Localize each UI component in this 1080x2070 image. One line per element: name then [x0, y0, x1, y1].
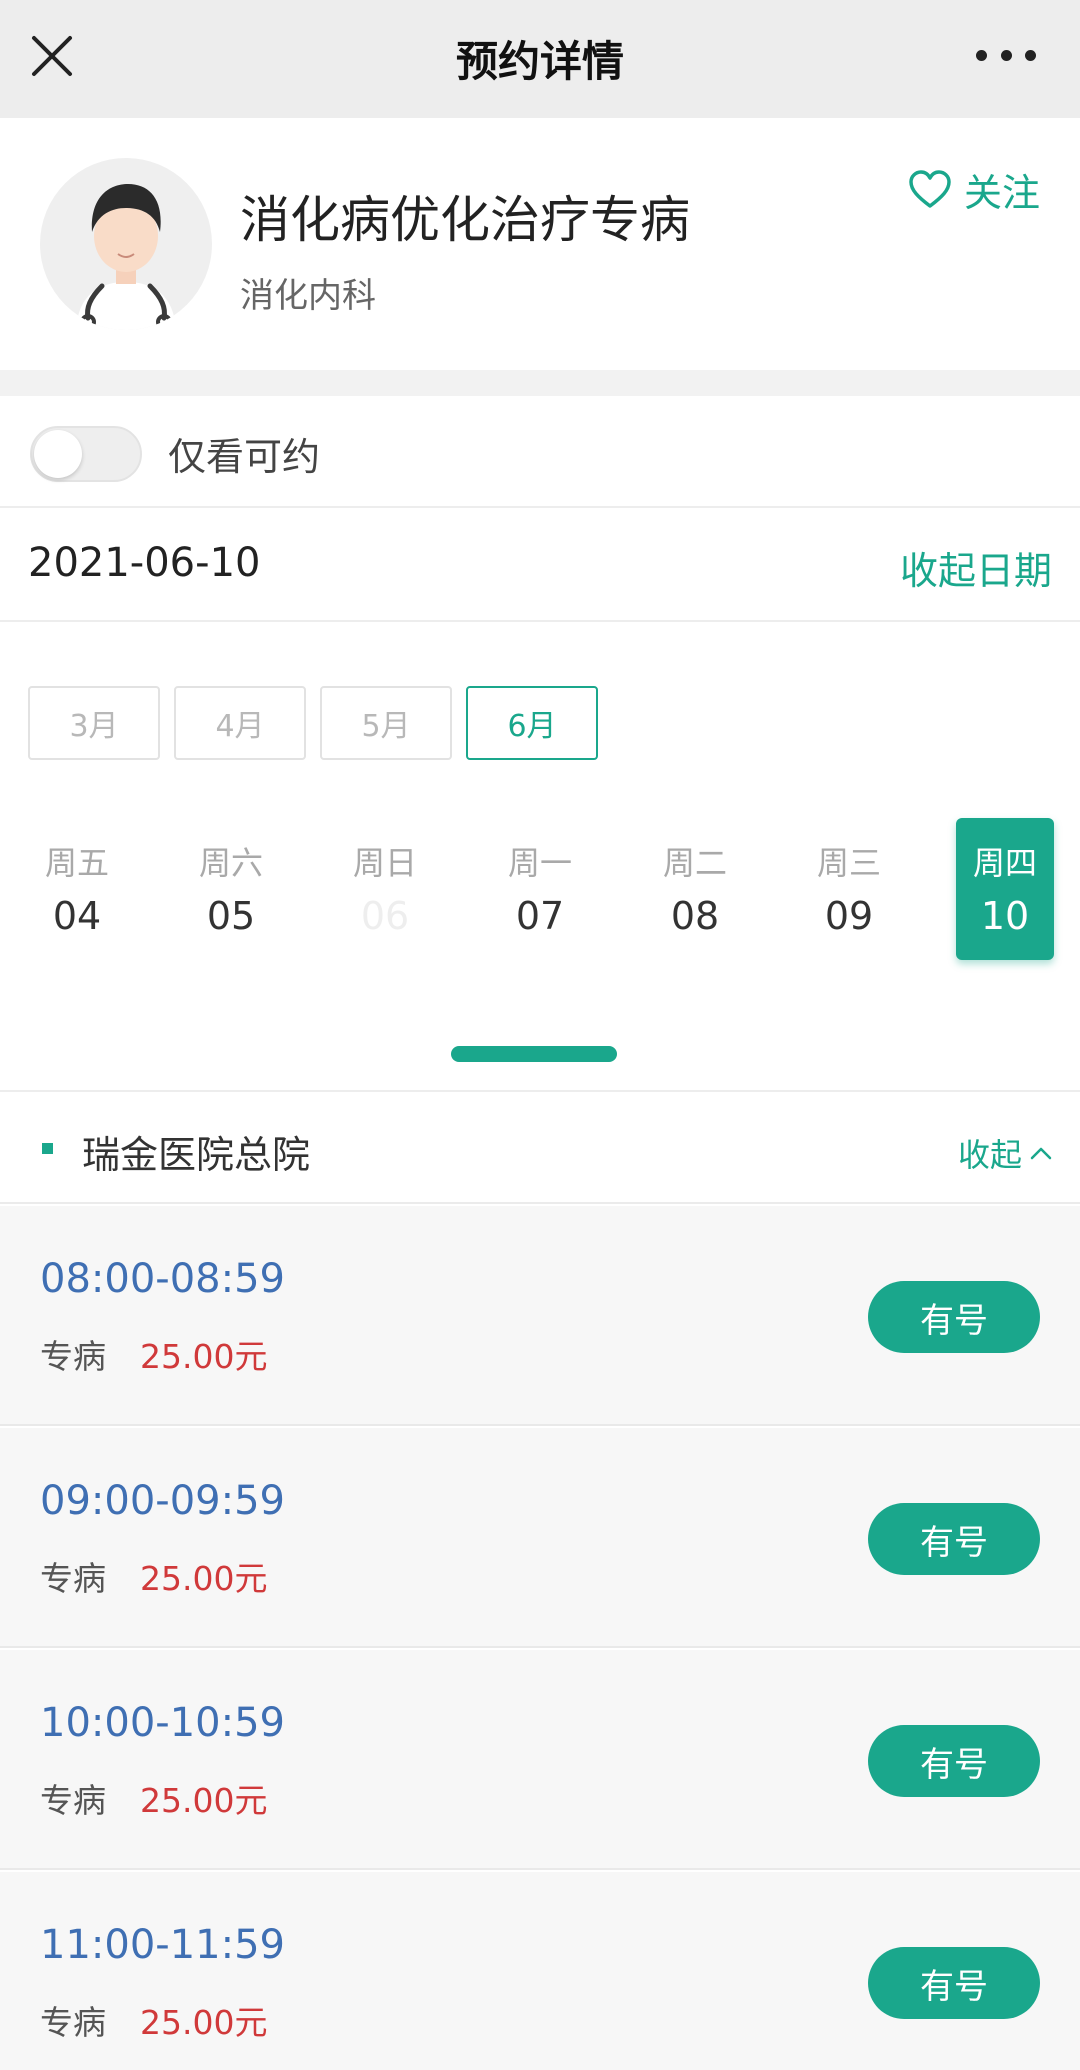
slot-type: 专病	[40, 2003, 106, 2042]
time-slot: 11:00-11:59 专病 25.00元 有号	[0, 1872, 1080, 2070]
slot-price: 25.00元	[140, 1559, 268, 1598]
hospital-header: 瑞金医院总院 收起	[0, 1092, 1080, 1204]
month-tab[interactable]: 3月	[28, 686, 160, 760]
time-slot: 09:00-09:59 专病 25.00元 有号	[0, 1428, 1080, 1648]
day-number: 05	[206, 894, 256, 938]
slot-time: 08:00-08:59	[40, 1256, 285, 1302]
selected-date: 2021-06-10	[28, 540, 261, 586]
book-slot-button[interactable]: 有号	[868, 1947, 1040, 2019]
day-item-selected[interactable]: 周四 10	[956, 818, 1054, 960]
day-item-disabled: 周日 06	[336, 818, 434, 960]
collapse-date-button[interactable]: 收起日期	[900, 540, 1052, 595]
day-item[interactable]: 周六 05	[182, 818, 280, 960]
slot-time: 10:00-10:59	[40, 1700, 285, 1746]
hospital-name: 瑞金医院总院	[82, 1133, 311, 1177]
slot-price: 25.00元	[140, 1337, 268, 1376]
weekday-label: 周三	[816, 844, 881, 882]
collapse-hospital-button[interactable]: 收起	[958, 1130, 1052, 1176]
slot-type: 专病	[40, 1559, 106, 1598]
time-slot: 10:00-10:59 专病 25.00元 有号	[0, 1650, 1080, 1870]
month-tab[interactable]: 4月	[174, 686, 306, 760]
only-available-toggle[interactable]	[30, 426, 142, 482]
month-tabs: 3月 4月 5月 6月	[28, 686, 612, 760]
day-item[interactable]: 周二 08	[646, 818, 744, 960]
only-available-label: 仅看可约	[168, 435, 321, 479]
filter-row: 仅看可约	[0, 396, 1080, 508]
department-name: 消化内科	[240, 276, 376, 316]
slot-price: 25.00元	[140, 1781, 268, 1820]
heart-icon	[909, 169, 951, 208]
doctor-card: 消化病优化治疗专病 消化内科 关注	[0, 118, 1080, 370]
day-number: 04	[52, 894, 102, 938]
month-tab[interactable]: 5月	[320, 686, 452, 760]
section-gap	[0, 370, 1080, 396]
day-picker: 周五 04 周六 05 周日 06 周一 07 周二 08 周三 09 周四 1…	[14, 818, 1066, 960]
day-item[interactable]: 周五 04	[28, 818, 126, 960]
day-number: 08	[670, 894, 720, 938]
date-bar: 2021-06-10 收起日期	[0, 510, 1080, 622]
time-slot: 08:00-08:59 专病 25.00元 有号	[0, 1206, 1080, 1426]
collapse-label: 收起	[957, 1136, 1022, 1174]
weekday-label: 周一	[507, 844, 572, 882]
day-scroll-indicator[interactable]	[451, 1046, 617, 1062]
day-number: 07	[515, 894, 565, 938]
weekday-label: 周四	[972, 844, 1037, 882]
day-item[interactable]: 周一 07	[491, 818, 589, 960]
doctor-avatar-icon	[40, 158, 212, 330]
follow-button[interactable]: 关注	[908, 162, 1040, 217]
more-dots-icon[interactable]	[976, 44, 1036, 66]
book-slot-button[interactable]: 有号	[868, 1503, 1040, 1575]
chevron-up-icon	[1030, 1147, 1052, 1160]
book-slot-button[interactable]: 有号	[868, 1725, 1040, 1797]
toggle-knob	[34, 430, 82, 478]
page-title: 预约详情	[455, 37, 624, 86]
slot-price: 25.00元	[140, 2003, 268, 2042]
weekday-label: 周二	[662, 844, 727, 882]
day-number: 10	[980, 894, 1030, 938]
title-bar: 预约详情	[0, 0, 1080, 118]
month-tab-selected[interactable]: 6月	[466, 686, 598, 760]
clinic-name: 消化病优化治疗专病	[240, 191, 690, 249]
weekday-label: 周五	[44, 844, 109, 882]
day-item[interactable]: 周三 09	[800, 818, 898, 960]
slot-time: 11:00-11:59	[40, 1922, 285, 1968]
hospital-marker	[42, 1143, 53, 1154]
book-slot-button[interactable]: 有号	[868, 1281, 1040, 1353]
slot-time: 09:00-09:59	[40, 1478, 285, 1524]
slot-type: 专病	[40, 1337, 106, 1376]
weekday-label: 周日	[352, 844, 417, 882]
day-number: 09	[824, 894, 874, 938]
weekday-label: 周六	[198, 844, 263, 882]
slot-type: 专病	[40, 1781, 106, 1820]
follow-label: 关注	[963, 171, 1040, 215]
day-number: 06	[360, 894, 410, 938]
